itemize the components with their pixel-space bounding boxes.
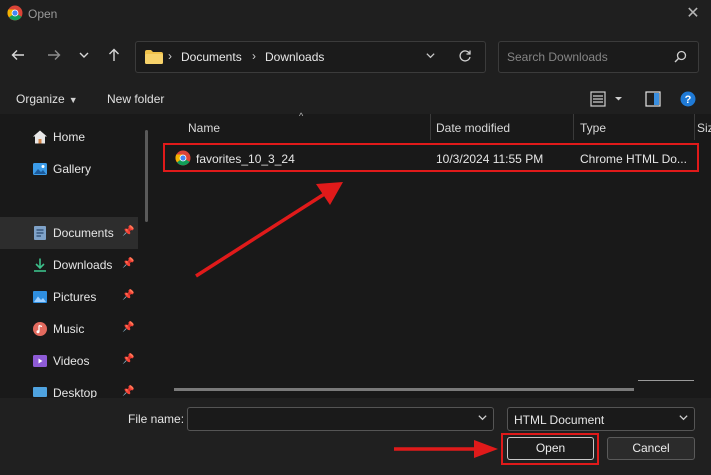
sidebar-item-label: Downloads [53,258,113,272]
breadcrumb-downloads[interactable]: Downloads [265,50,324,64]
sidebar-item-documents[interactable]: Documents 📌 [0,217,138,249]
dialog-footer: File name: HTML Document Open Cancel [0,398,711,475]
home-icon [33,130,47,144]
arrow-left-icon [11,50,24,60]
change-view-button[interactable] [590,90,626,111]
chevron-down-icon [678,412,689,426]
column-header-type[interactable]: Type [574,114,694,140]
address-history-dropdown[interactable] [425,50,436,64]
folder-icon [145,50,163,64]
pin-icon: 📌 [122,322,135,333]
file-type-value: HTML Document [514,413,605,427]
preview-pane-icon [645,91,661,107]
downloads-icon [34,258,46,272]
sidebar-item-label: Videos [53,354,90,368]
address-bar[interactable]: › Documents › Downloads [135,41,486,73]
gallery-icon [33,163,47,175]
sidebar-item-home[interactable]: Home [0,121,138,153]
pictures-icon [33,291,47,303]
chevron-down-icon [79,52,89,58]
file-name-label: File name: [128,412,185,426]
sidebar-item-desktop[interactable]: Desktop 📌 [0,377,138,398]
breadcrumb-separator: › [168,49,172,63]
pin-icon: 📌 [122,290,135,301]
file-type-select[interactable]: HTML Document [507,407,695,431]
sidebar-item-videos[interactable]: Videos 📌 [0,345,138,377]
pin-icon: 📌 [122,258,135,269]
list-view-icon [590,91,622,107]
close-button[interactable]: ✕ [683,4,703,24]
column-header-name[interactable]: Name [182,114,430,140]
refresh-button[interactable] [458,49,472,66]
search-icon [674,50,687,66]
sidebar-item-label: Pictures [53,290,97,304]
horizontal-scrollbar[interactable] [174,388,634,391]
file-name-input[interactable] [187,407,494,431]
documents-icon [34,226,46,240]
chevron-down-icon [426,53,435,59]
sidebar-item-music[interactable]: Music 📌 [0,313,138,345]
organize-label: Organize [16,92,65,106]
column-header-size[interactable]: Siz [694,114,711,140]
breadcrumb-documents[interactable]: Documents [181,50,242,64]
help-button[interactable]: ? [680,90,696,111]
search-input[interactable] [507,50,667,64]
column-header-date-modified[interactable]: Date modified [430,114,573,140]
sidebar-item-downloads[interactable]: Downloads 📌 [0,249,138,281]
recent-locations-button[interactable] [72,43,96,67]
command-bar: Organize ▼ New folder ? [0,84,711,114]
window-title: Open [28,7,58,21]
sidebar-item-label: Home [53,130,86,144]
file-name-dropdown[interactable] [477,412,488,426]
svg-text:?: ? [685,94,692,106]
sidebar-item-gallery[interactable]: Gallery [0,153,138,185]
refresh-icon [459,50,471,62]
sidebar-scrollbar[interactable] [145,130,148,222]
breadcrumb-separator: › [252,49,256,63]
up-button[interactable] [102,43,126,67]
cancel-button[interactable]: Cancel [607,437,695,460]
desktop-icon [33,387,47,397]
help-icon: ? [680,91,696,107]
preview-pane-button[interactable] [645,90,661,111]
organize-menu[interactable]: Organize ▼ [16,92,78,106]
sidebar-item-label: Documents [53,226,114,240]
pin-icon: 📌 [122,226,135,237]
sidebar-item-pictures[interactable]: Pictures 📌 [0,281,138,313]
sidebar-item-label: Gallery [53,162,92,176]
navigation-pane: Home Gallery Documents 📌 Downloads 📌 Pic… [0,114,150,398]
scrollbar-track [638,380,694,381]
pin-icon: 📌 [122,386,135,397]
highlight-box-file [163,143,699,172]
arrow-up-icon [109,48,119,61]
forward-button[interactable] [42,43,66,67]
pin-icon: 📌 [122,354,135,365]
highlight-box-open-button [501,433,599,465]
music-icon [33,322,47,336]
chevron-down-icon [478,415,487,421]
new-folder-button[interactable]: New folder [107,92,164,106]
caret-down-icon: ▼ [68,95,78,105]
navigation-bar: › Documents › Downloads [0,30,711,84]
back-button[interactable] [6,43,30,67]
sidebar-item-label: Music [53,322,85,336]
videos-icon [33,355,47,367]
chrome-app-icon [7,5,23,21]
arrow-right-icon [48,50,61,60]
title-bar: Open ✕ [0,0,711,30]
search-box[interactable] [498,41,699,73]
sidebar-item-label: Desktop [53,386,98,398]
